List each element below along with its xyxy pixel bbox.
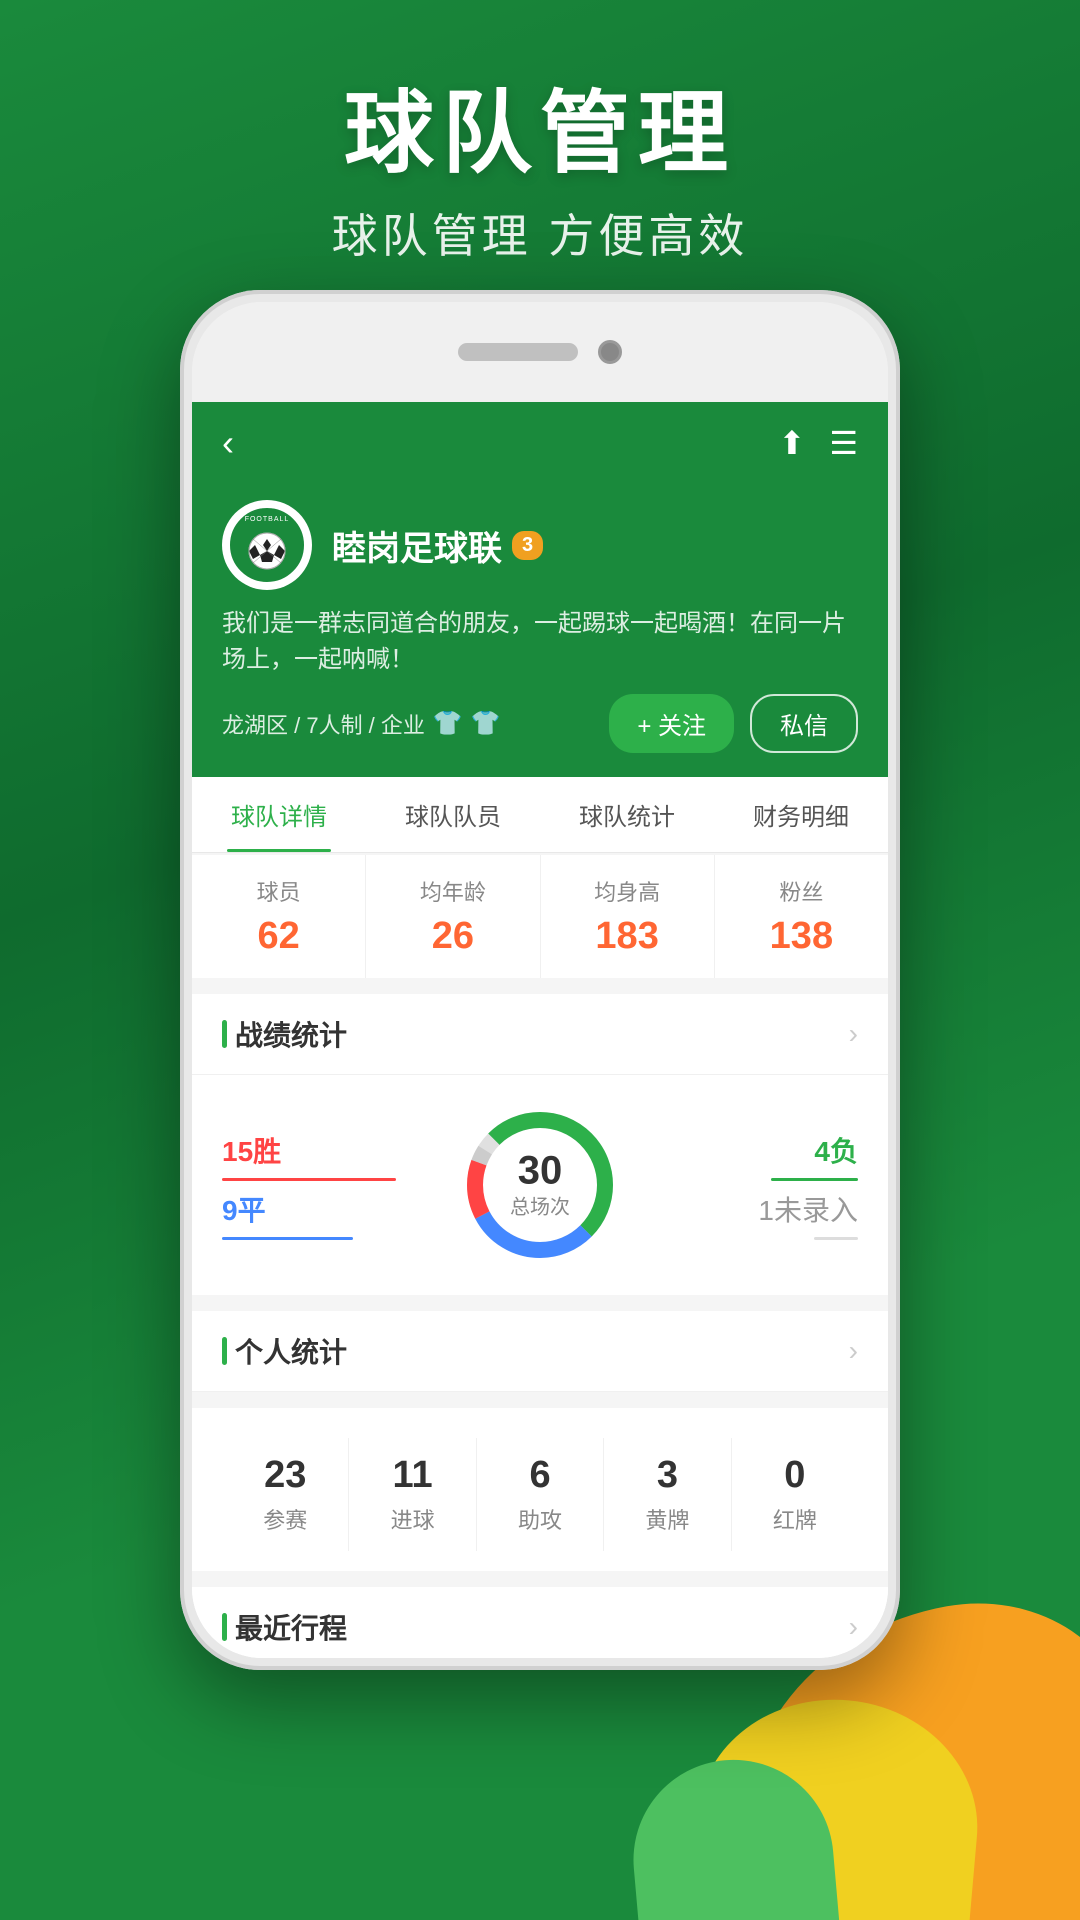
stat-fans: 粉丝 138 (715, 855, 888, 978)
battle-section-title: 战绩统计 (222, 1014, 347, 1054)
stat-fans-label: 粉丝 (725, 875, 878, 907)
draws-label: 9平 (222, 1189, 440, 1229)
schedule-section: 最近行程 › 切尔西球迷队 - 球队成立三周年聚餐 🕐 2017-06-2 (192, 1587, 888, 1658)
schedule-section-header[interactable]: 最近行程 › (192, 1587, 888, 1658)
team-name: 睦岗足球联 (332, 521, 502, 570)
battle-chevron-icon: › (849, 1018, 858, 1050)
personal-goals: 11 进球 (349, 1438, 476, 1551)
speaker (458, 343, 578, 361)
team-level-badge: 3 (512, 531, 543, 560)
donut-chart: 30 总场次 (460, 1105, 620, 1265)
stat-age: 均年龄 26 (366, 855, 540, 978)
personal-section-title: 个人统计 (222, 1331, 347, 1371)
camera (598, 340, 622, 364)
header-actions: ⬆ ☰ (779, 424, 859, 462)
personal-matches: 23 参赛 (222, 1438, 349, 1551)
battle-section-header[interactable]: 战绩统计 › (192, 994, 888, 1075)
stat-players-label: 球员 (202, 875, 355, 907)
page-sub-title: 球队管理 方便高效 (0, 200, 1080, 266)
personal-yellow-cards: 3 黄牌 (604, 1438, 731, 1551)
losses-label: 4负 (640, 1130, 858, 1170)
back-icon[interactable]: ‹ (222, 422, 234, 463)
personal-grid: 23 参赛 11 进球 6 助攻 3 黄牌 (222, 1438, 858, 1551)
tabs-row: 球队详情 球队队员 球队统计 财务明细 (192, 777, 888, 853)
personal-red-cards: 0 红牌 (732, 1438, 858, 1551)
header-back[interactable]: ‹ (222, 422, 234, 464)
personal-section-content: 23 参赛 11 进球 6 助攻 3 黄牌 (192, 1408, 888, 1571)
wins-label: 15胜 (222, 1130, 440, 1170)
personal-section-header[interactable]: 个人统计 › (192, 1311, 888, 1392)
follow-button[interactable]: + 关注 (609, 694, 734, 753)
stat-height-label: 均身高 (551, 875, 704, 907)
page-main-title: 球队管理 (0, 60, 1080, 190)
stat-age-label: 均年龄 (376, 875, 529, 907)
stat-height: 均身高 183 (541, 855, 715, 978)
tab-team-members[interactable]: 球队队员 (366, 777, 540, 852)
stat-age-value: 26 (376, 915, 529, 958)
stat-height-value: 183 (551, 915, 704, 958)
battle-left: 15胜 9平 (222, 1130, 440, 1240)
schedule-chevron-icon: › (849, 1611, 858, 1643)
tab-team-stats[interactable]: 球队统计 (540, 777, 714, 852)
message-button[interactable]: 私信 (750, 694, 858, 753)
personal-red-label: 红牌 (732, 1503, 858, 1535)
stat-players-value: 62 (202, 915, 355, 958)
app-content: ‹ ⬆ ☰ (192, 402, 888, 1658)
battle-right: 4负 1未录入 (640, 1130, 858, 1240)
donut-label: 总场次 (510, 1191, 570, 1220)
unrecorded-label: 1未录入 (640, 1189, 858, 1229)
personal-assists-value: 6 (477, 1454, 603, 1497)
battle-section: 15胜 9平 (192, 1075, 888, 1295)
personal-assists-label: 助攻 (477, 1503, 603, 1535)
app-header: ‹ ⬆ ☰ (192, 402, 888, 484)
personal-chevron-icon: › (849, 1335, 858, 1367)
personal-yellow-label: 黄牌 (604, 1503, 730, 1535)
personal-goals-value: 11 (349, 1454, 475, 1497)
personal-red-value: 0 (732, 1454, 858, 1497)
stat-players: 球员 62 (192, 855, 366, 978)
stats-grid: 球员 62 均年龄 26 均身高 183 粉丝 138 (192, 855, 888, 978)
svg-text:FOOTBALL: FOOTBALL (245, 516, 290, 523)
phone-frame: ‹ ⬆ ☰ (180, 290, 900, 1670)
personal-assists: 6 助攻 (477, 1438, 604, 1551)
personal-goals-label: 进球 (349, 1503, 475, 1535)
team-logo: FOOTBALL (222, 500, 312, 590)
stat-fans-value: 138 (725, 915, 878, 958)
menu-icon[interactable]: ☰ (829, 424, 858, 462)
donut-total: 30 (510, 1151, 570, 1191)
share-icon[interactable]: ⬆ (779, 424, 806, 462)
schedule-section-title: 最近行程 (222, 1607, 347, 1647)
tab-team-detail[interactable]: 球队详情 (192, 777, 366, 852)
personal-yellow-value: 3 (604, 1454, 730, 1497)
team-profile: FOOTBALL (192, 484, 888, 777)
personal-matches-label: 参赛 (222, 1503, 348, 1535)
phone-status-bar (192, 302, 888, 402)
team-meta: 龙湖区 / 7人制 / 企业 👕 👕 (222, 708, 501, 740)
tab-finance[interactable]: 财务明细 (714, 777, 888, 852)
team-description: 我们是一群志同道合的朋友，一起踢球一起喝酒！在同一片场上，一起呐喊！ (222, 606, 858, 678)
personal-matches-value: 23 (222, 1454, 348, 1497)
